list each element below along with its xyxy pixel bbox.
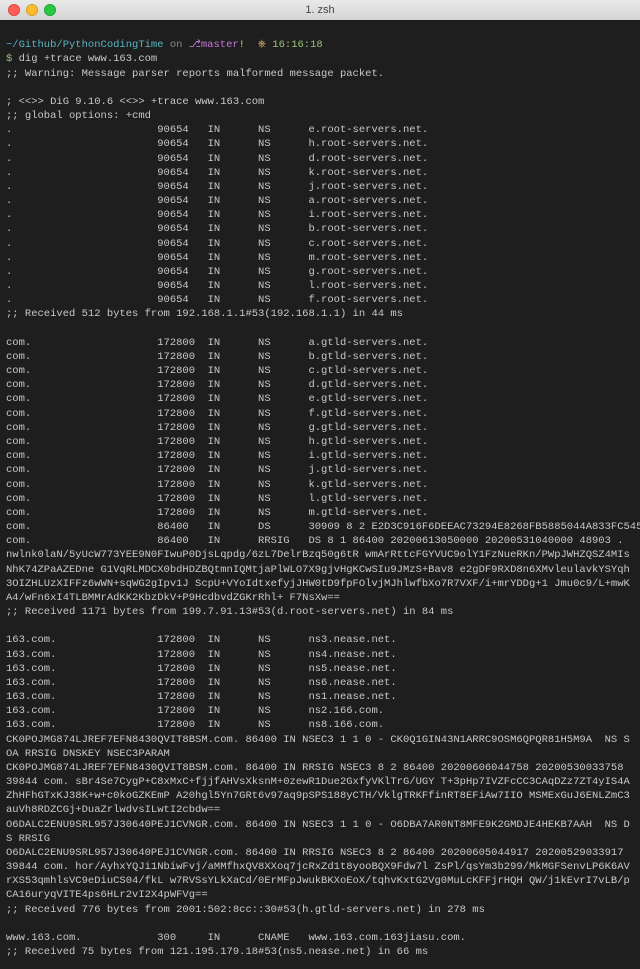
dns-record: . 90654 IN NS j.root-servers.net.	[6, 181, 428, 193]
dns-record: . 90654 IN NS d.root-servers.net.	[6, 153, 428, 165]
dns-record: . 90654 IN NS g.root-servers.net.	[6, 266, 428, 278]
prompt-bang: ! ⎈	[239, 39, 266, 51]
dns-record: . 90654 IN NS l.root-servers.net.	[6, 280, 428, 292]
terminal-output[interactable]: ~/Github/PythonCodingTime on ⎇master! ⎈ …	[0, 20, 640, 969]
received-line: ;; Received 512 bytes from 192.168.1.1#5…	[6, 308, 403, 320]
dns-record: 163.com. 172800 IN NS ns1.nease.net.	[6, 691, 397, 703]
dns-record: com. 172800 IN NS j.gtld-servers.net.	[6, 464, 428, 476]
dns-record: com. 172800 IN NS c.gtld-servers.net.	[6, 365, 428, 377]
received-line: ;; Received 776 bytes from 2001:502:8cc:…	[6, 904, 485, 916]
received-line: ;; Received 75 bytes from 121.195.179.18…	[6, 946, 428, 958]
dns-record: com. 172800 IN NS m.gtld-servers.net.	[6, 507, 428, 519]
dns-record: . 90654 IN NS a.root-servers.net.	[6, 195, 428, 207]
rrsig-block: com. 86400 IN RRSIG DS 8 1 86400 2020061…	[6, 535, 630, 604]
dns-record: com. 172800 IN NS k.gtld-servers.net.	[6, 479, 428, 491]
dns-record: com. 172800 IN NS i.gtld-servers.net.	[6, 450, 428, 462]
dns-record: 163.com. 172800 IN NS ns3.nease.net.	[6, 634, 397, 646]
dns-record: 163.com. 172800 IN NS ns6.nease.net.	[6, 677, 397, 689]
dns-record: com. 172800 IN NS f.gtld-servers.net.	[6, 408, 428, 420]
dns-record: . 90654 IN NS c.root-servers.net.	[6, 238, 428, 250]
dns-record: 163.com. 172800 IN NS ns2.166.com.	[6, 705, 384, 717]
dns-record: com. 86400 IN DS 30909 8 2 E2D3C916F6DEE…	[6, 521, 640, 533]
dns-record: . 90654 IN NS f.root-servers.net.	[6, 294, 428, 306]
dns-record: com. 172800 IN NS e.gtld-servers.net.	[6, 393, 428, 405]
prompt-branch: master	[201, 39, 239, 51]
dns-record: . 90654 IN NS m.root-servers.net.	[6, 252, 428, 264]
dns-record: 163.com. 172800 IN NS ns5.nease.net.	[6, 663, 397, 675]
dns-record: . 90654 IN NS i.root-servers.net.	[6, 209, 428, 221]
dig-header-2: ;; global options: +cmd	[6, 110, 151, 122]
dns-record: com. 172800 IN NS d.gtld-servers.net.	[6, 379, 428, 391]
received-line: ;; Received 1171 bytes from 199.7.91.13#…	[6, 606, 453, 618]
dns-record: 163.com. 172800 IN NS ns8.166.com.	[6, 719, 384, 731]
dns-record: . 90654 IN NS e.root-servers.net.	[6, 124, 428, 136]
prompt-path: ~/Github/PythonCodingTime	[6, 39, 164, 51]
dns-record: . 90654 IN NS b.root-servers.net.	[6, 223, 428, 235]
dns-record: 163.com. 172800 IN NS ns4.nease.net.	[6, 649, 397, 661]
dig-header-1: ; <<>> DiG 9.10.6 <<>> +trace www.163.co…	[6, 96, 264, 108]
cname-record: www.163.com. 300 IN CNAME www.163.com.16…	[6, 932, 466, 944]
window-title: 1. zsh	[0, 3, 640, 18]
dns-record: com. 172800 IN NS a.gtld-servers.net.	[6, 337, 428, 349]
dns-record: com. 172800 IN NS b.gtld-servers.net.	[6, 351, 428, 363]
prompt-time: 16:16:18	[272, 39, 322, 51]
dns-record: com. 172800 IN NS g.gtld-servers.net.	[6, 422, 428, 434]
dns-record: com. 172800 IN NS h.gtld-servers.net.	[6, 436, 428, 448]
prompt-dollar: $	[6, 53, 19, 65]
dns-record: . 90654 IN NS k.root-servers.net.	[6, 167, 428, 179]
command-text: dig +trace www.163.com	[19, 53, 158, 65]
branch-icon: ⎇	[189, 39, 201, 51]
dns-record: . 90654 IN NS h.root-servers.net.	[6, 138, 428, 150]
warning-line: ;; Warning: Message parser reports malfo…	[6, 68, 384, 80]
dns-record: com. 172800 IN NS l.gtld-servers.net.	[6, 493, 428, 505]
window-titlebar: 1. zsh	[0, 0, 640, 20]
prompt-on: on	[164, 39, 189, 51]
nsec-block: CK0POJMG874LJREF7EFN8430QVIT8BSM.com. 86…	[6, 734, 630, 902]
